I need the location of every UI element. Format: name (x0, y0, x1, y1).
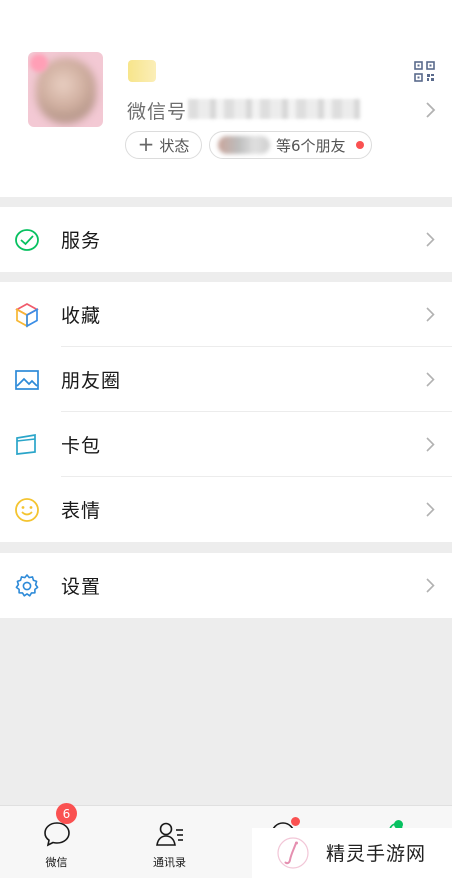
settings-group: 设置 (0, 553, 452, 618)
features-group: 收藏 朋友圈 卡包 表情 (0, 282, 452, 542)
chevron-right-icon (426, 102, 436, 118)
nickname (128, 60, 158, 82)
avatar[interactable] (28, 52, 103, 127)
menu-label-settings: 设置 (61, 576, 102, 598)
chevron-right-icon (426, 372, 435, 387)
friends-status-text: 等6个朋友 (276, 136, 346, 155)
moments-picture-icon (15, 370, 39, 390)
menu-item-settings[interactable]: 设置 (0, 553, 452, 618)
wechat-id-value (188, 99, 360, 119)
site-watermark: 精灵手游网 (252, 828, 452, 878)
plus-icon: + (137, 132, 155, 156)
chevron-right-icon (426, 307, 435, 322)
menu-label-moments: 朋友圈 (61, 370, 122, 392)
watermark-logo-icon (277, 837, 309, 869)
wechat-id-label: 微信号 (127, 101, 188, 123)
chevron-right-icon (426, 232, 435, 247)
services-group: 服务 (0, 207, 452, 272)
unread-dot (355, 141, 364, 149)
chat-bubble-icon (43, 822, 70, 847)
menu-item-stickers[interactable]: 表情 (0, 477, 452, 542)
services-icon (15, 229, 39, 251)
friends-status-pill[interactable]: 等6个朋友 (209, 131, 372, 159)
profile-header[interactable]: 微信号 + 状态 等6个朋友 (0, 0, 452, 197)
menu-item-services[interactable]: 服务 (0, 207, 452, 272)
card-wallet-icon (16, 433, 36, 455)
status-button-label: 状态 (159, 136, 190, 155)
menu-item-cards[interactable]: 卡包 (0, 412, 452, 477)
add-status-button[interactable]: + 状态 (125, 131, 202, 159)
smiley-icon (15, 498, 39, 522)
menu-label-stickers: 表情 (61, 500, 102, 522)
gear-icon (15, 574, 39, 597)
chevron-right-icon (426, 578, 435, 593)
watermark-brand: 精灵手游网 (326, 843, 427, 865)
menu-item-favorites[interactable]: 收藏 (0, 282, 452, 347)
tab-label-chats: 微信 (45, 856, 68, 869)
discover-red-dot (291, 817, 300, 826)
tab-contacts[interactable]: 通讯录 (113, 806, 226, 878)
menu-label-cards: 卡包 (61, 435, 102, 457)
qr-code-icon[interactable] (414, 61, 435, 82)
menu-label-favorites: 收藏 (61, 305, 102, 327)
tab-label-contacts: 通讯录 (153, 856, 186, 869)
favorites-cube-icon (15, 303, 39, 328)
menu-item-moments[interactable]: 朋友圈 (0, 347, 452, 412)
friend-avatars (218, 136, 270, 154)
menu-label-services: 服务 (61, 230, 102, 252)
unread-badge: 6 (56, 803, 77, 824)
chevron-right-icon (426, 437, 435, 452)
chevron-right-icon (426, 502, 435, 517)
contacts-icon (155, 822, 183, 846)
